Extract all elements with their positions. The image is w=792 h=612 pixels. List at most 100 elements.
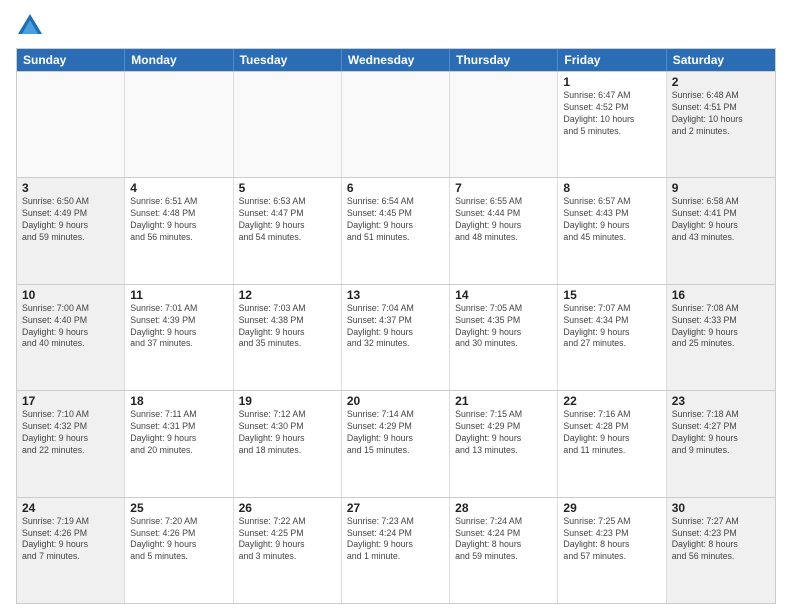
day-info: Sunrise: 7:19 AM Sunset: 4:26 PM Dayligh… <box>22 516 119 564</box>
day-header-tuesday: Tuesday <box>234 49 342 71</box>
day-header-sunday: Sunday <box>17 49 125 71</box>
day-number: 29 <box>563 501 660 515</box>
day-info: Sunrise: 7:10 AM Sunset: 4:32 PM Dayligh… <box>22 409 119 457</box>
calendar-header: SundayMondayTuesdayWednesdayThursdayFrid… <box>17 49 775 71</box>
day-cell-2: 2Sunrise: 6:48 AM Sunset: 4:51 PM Daylig… <box>667 72 775 177</box>
day-info: Sunrise: 7:04 AM Sunset: 4:37 PM Dayligh… <box>347 303 444 351</box>
day-number: 25 <box>130 501 227 515</box>
day-info: Sunrise: 6:54 AM Sunset: 4:45 PM Dayligh… <box>347 196 444 244</box>
day-number: 3 <box>22 181 119 195</box>
day-cell-15: 15Sunrise: 7:07 AM Sunset: 4:34 PM Dayli… <box>558 285 666 390</box>
day-number: 19 <box>239 394 336 408</box>
page: SundayMondayTuesdayWednesdayThursdayFrid… <box>0 0 792 612</box>
day-info: Sunrise: 7:15 AM Sunset: 4:29 PM Dayligh… <box>455 409 552 457</box>
day-info: Sunrise: 7:25 AM Sunset: 4:23 PM Dayligh… <box>563 516 660 564</box>
day-cell-13: 13Sunrise: 7:04 AM Sunset: 4:37 PM Dayli… <box>342 285 450 390</box>
calendar-body: 1Sunrise: 6:47 AM Sunset: 4:52 PM Daylig… <box>17 71 775 603</box>
empty-cell <box>125 72 233 177</box>
day-number: 18 <box>130 394 227 408</box>
day-number: 27 <box>347 501 444 515</box>
day-cell-4: 4Sunrise: 6:51 AM Sunset: 4:48 PM Daylig… <box>125 178 233 283</box>
day-number: 10 <box>22 288 119 302</box>
day-cell-21: 21Sunrise: 7:15 AM Sunset: 4:29 PM Dayli… <box>450 391 558 496</box>
empty-cell <box>450 72 558 177</box>
day-cell-14: 14Sunrise: 7:05 AM Sunset: 4:35 PM Dayli… <box>450 285 558 390</box>
day-header-saturday: Saturday <box>667 49 775 71</box>
empty-cell <box>342 72 450 177</box>
day-info: Sunrise: 7:12 AM Sunset: 4:30 PM Dayligh… <box>239 409 336 457</box>
day-info: Sunrise: 7:18 AM Sunset: 4:27 PM Dayligh… <box>672 409 770 457</box>
day-cell-24: 24Sunrise: 7:19 AM Sunset: 4:26 PM Dayli… <box>17 498 125 603</box>
day-info: Sunrise: 7:20 AM Sunset: 4:26 PM Dayligh… <box>130 516 227 564</box>
day-number: 8 <box>563 181 660 195</box>
day-number: 7 <box>455 181 552 195</box>
day-info: Sunrise: 6:50 AM Sunset: 4:49 PM Dayligh… <box>22 196 119 244</box>
day-info: Sunrise: 7:00 AM Sunset: 4:40 PM Dayligh… <box>22 303 119 351</box>
week-row-2: 3Sunrise: 6:50 AM Sunset: 4:49 PM Daylig… <box>17 177 775 283</box>
day-cell-5: 5Sunrise: 6:53 AM Sunset: 4:47 PM Daylig… <box>234 178 342 283</box>
day-number: 9 <box>672 181 770 195</box>
day-info: Sunrise: 7:11 AM Sunset: 4:31 PM Dayligh… <box>130 409 227 457</box>
day-number: 23 <box>672 394 770 408</box>
week-row-3: 10Sunrise: 7:00 AM Sunset: 4:40 PM Dayli… <box>17 284 775 390</box>
day-info: Sunrise: 7:27 AM Sunset: 4:23 PM Dayligh… <box>672 516 770 564</box>
day-info: Sunrise: 7:16 AM Sunset: 4:28 PM Dayligh… <box>563 409 660 457</box>
day-cell-22: 22Sunrise: 7:16 AM Sunset: 4:28 PM Dayli… <box>558 391 666 496</box>
day-cell-25: 25Sunrise: 7:20 AM Sunset: 4:26 PM Dayli… <box>125 498 233 603</box>
week-row-4: 17Sunrise: 7:10 AM Sunset: 4:32 PM Dayli… <box>17 390 775 496</box>
day-info: Sunrise: 7:14 AM Sunset: 4:29 PM Dayligh… <box>347 409 444 457</box>
logo-icon <box>16 12 44 40</box>
day-number: 17 <box>22 394 119 408</box>
day-cell-1: 1Sunrise: 6:47 AM Sunset: 4:52 PM Daylig… <box>558 72 666 177</box>
day-cell-11: 11Sunrise: 7:01 AM Sunset: 4:39 PM Dayli… <box>125 285 233 390</box>
day-number: 14 <box>455 288 552 302</box>
day-header-monday: Monday <box>125 49 233 71</box>
day-number: 11 <box>130 288 227 302</box>
day-cell-8: 8Sunrise: 6:57 AM Sunset: 4:43 PM Daylig… <box>558 178 666 283</box>
day-info: Sunrise: 6:51 AM Sunset: 4:48 PM Dayligh… <box>130 196 227 244</box>
day-cell-10: 10Sunrise: 7:00 AM Sunset: 4:40 PM Dayli… <box>17 285 125 390</box>
day-number: 12 <box>239 288 336 302</box>
day-number: 15 <box>563 288 660 302</box>
day-info: Sunrise: 6:47 AM Sunset: 4:52 PM Dayligh… <box>563 90 660 138</box>
empty-cell <box>17 72 125 177</box>
day-header-wednesday: Wednesday <box>342 49 450 71</box>
logo <box>16 12 48 40</box>
day-cell-26: 26Sunrise: 7:22 AM Sunset: 4:25 PM Dayli… <box>234 498 342 603</box>
day-number: 22 <box>563 394 660 408</box>
day-cell-9: 9Sunrise: 6:58 AM Sunset: 4:41 PM Daylig… <box>667 178 775 283</box>
day-number: 21 <box>455 394 552 408</box>
day-info: Sunrise: 6:55 AM Sunset: 4:44 PM Dayligh… <box>455 196 552 244</box>
day-cell-7: 7Sunrise: 6:55 AM Sunset: 4:44 PM Daylig… <box>450 178 558 283</box>
day-info: Sunrise: 6:48 AM Sunset: 4:51 PM Dayligh… <box>672 90 770 138</box>
day-number: 20 <box>347 394 444 408</box>
day-cell-3: 3Sunrise: 6:50 AM Sunset: 4:49 PM Daylig… <box>17 178 125 283</box>
day-info: Sunrise: 7:24 AM Sunset: 4:24 PM Dayligh… <box>455 516 552 564</box>
day-info: Sunrise: 6:58 AM Sunset: 4:41 PM Dayligh… <box>672 196 770 244</box>
day-cell-12: 12Sunrise: 7:03 AM Sunset: 4:38 PM Dayli… <box>234 285 342 390</box>
day-cell-29: 29Sunrise: 7:25 AM Sunset: 4:23 PM Dayli… <box>558 498 666 603</box>
day-info: Sunrise: 7:08 AM Sunset: 4:33 PM Dayligh… <box>672 303 770 351</box>
day-info: Sunrise: 7:01 AM Sunset: 4:39 PM Dayligh… <box>130 303 227 351</box>
day-cell-19: 19Sunrise: 7:12 AM Sunset: 4:30 PM Dayli… <box>234 391 342 496</box>
day-cell-16: 16Sunrise: 7:08 AM Sunset: 4:33 PM Dayli… <box>667 285 775 390</box>
day-cell-17: 17Sunrise: 7:10 AM Sunset: 4:32 PM Dayli… <box>17 391 125 496</box>
day-number: 28 <box>455 501 552 515</box>
day-cell-6: 6Sunrise: 6:54 AM Sunset: 4:45 PM Daylig… <box>342 178 450 283</box>
day-number: 6 <box>347 181 444 195</box>
day-number: 26 <box>239 501 336 515</box>
week-row-1: 1Sunrise: 6:47 AM Sunset: 4:52 PM Daylig… <box>17 71 775 177</box>
day-cell-27: 27Sunrise: 7:23 AM Sunset: 4:24 PM Dayli… <box>342 498 450 603</box>
day-cell-30: 30Sunrise: 7:27 AM Sunset: 4:23 PM Dayli… <box>667 498 775 603</box>
day-info: Sunrise: 6:57 AM Sunset: 4:43 PM Dayligh… <box>563 196 660 244</box>
day-cell-23: 23Sunrise: 7:18 AM Sunset: 4:27 PM Dayli… <box>667 391 775 496</box>
day-number: 13 <box>347 288 444 302</box>
day-header-friday: Friday <box>558 49 666 71</box>
day-number: 24 <box>22 501 119 515</box>
day-number: 5 <box>239 181 336 195</box>
calendar: SundayMondayTuesdayWednesdayThursdayFrid… <box>16 48 776 604</box>
day-info: Sunrise: 6:53 AM Sunset: 4:47 PM Dayligh… <box>239 196 336 244</box>
day-info: Sunrise: 7:22 AM Sunset: 4:25 PM Dayligh… <box>239 516 336 564</box>
week-row-5: 24Sunrise: 7:19 AM Sunset: 4:26 PM Dayli… <box>17 497 775 603</box>
empty-cell <box>234 72 342 177</box>
